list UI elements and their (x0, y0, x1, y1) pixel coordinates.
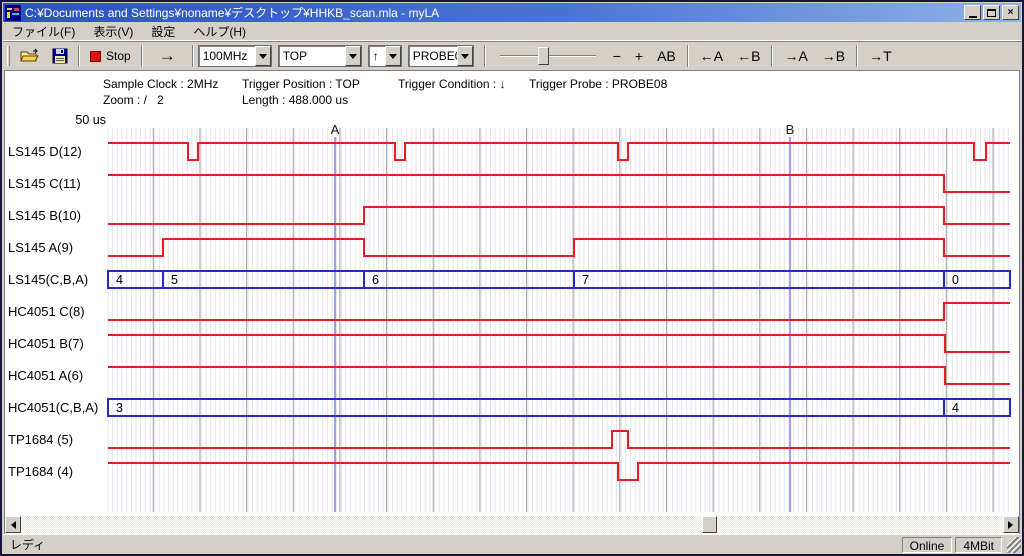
channel-label: HC4051 A(6) (8, 368, 83, 383)
length-info: Length : 488.000 us (242, 93, 348, 107)
bus-value: 6 (372, 273, 379, 287)
arrow-right-icon (1008, 521, 1017, 529)
trigger-position-info: Trigger Position : TOP (242, 77, 360, 91)
channel-label: LS145(C,B,A) (8, 272, 88, 287)
arrow-left-icon (7, 521, 16, 529)
app-window: C:¥Documents and Settings¥noname¥デスクトップ¥… (0, 0, 1024, 556)
bus-value: 5 (171, 273, 178, 287)
bus-value: 7 (582, 273, 589, 287)
time-scale-label: 50 us (75, 113, 106, 127)
channel-label: HC4051 B(7) (8, 336, 84, 351)
status-bar: レディ Online 4MBit (3, 534, 1021, 554)
bus-value: 4 (952, 401, 959, 415)
cursor-b-label: B (786, 122, 795, 137)
memory-status-badge: 4MBit (955, 537, 1002, 553)
status-message: レディ (3, 536, 902, 553)
trigger-condition-info: Trigger Condition : ↓ (398, 77, 506, 91)
channel-label: TP1684 (5) (8, 432, 73, 447)
scroll-right-button[interactable] (1003, 516, 1019, 533)
scrollbar-thumb[interactable] (702, 516, 717, 533)
horizontal-scrollbar[interactable] (5, 516, 1019, 533)
bus-value: 4 (116, 273, 123, 287)
resize-grip[interactable] (1007, 537, 1021, 553)
cursor-a-label: A (331, 122, 340, 137)
sample-clock-info: Sample Clock : 2MHz (103, 77, 218, 91)
channel-label: HC4051 C(8) (8, 304, 85, 319)
channel-label: LS145 D(12) (8, 144, 82, 159)
channel-label: HC4051(C,B,A) (8, 400, 98, 415)
channel-label: LS145 B(10) (8, 208, 81, 223)
scroll-left-button[interactable] (5, 516, 21, 533)
online-status-badge: Online (902, 537, 953, 553)
bus-value: 0 (952, 273, 959, 287)
zoom-info: Zoom : / 2 (103, 93, 164, 107)
channel-label: TP1684 (4) (8, 464, 73, 479)
bus-value: 3 (116, 401, 123, 415)
channel-label: LS145 C(11) (8, 176, 81, 191)
channel-label: LS145 A(9) (8, 240, 73, 255)
trigger-probe-info: Trigger Probe : PROBE08 (529, 77, 667, 91)
